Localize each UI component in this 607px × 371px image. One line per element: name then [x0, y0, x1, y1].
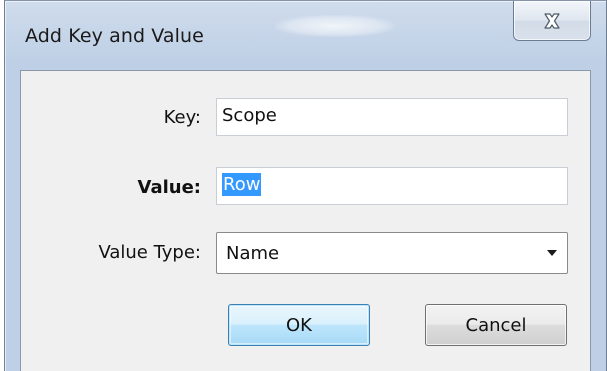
- chevron-down-icon[interactable]: [547, 250, 557, 256]
- add-key-value-dialog: Add Key and Value Key: Scope Value: Row …: [4, 0, 607, 371]
- value-input[interactable]: Row: [216, 167, 568, 205]
- window-title: Add Key and Value: [25, 25, 204, 47]
- value-type-label: Value Type:: [98, 242, 201, 263]
- cancel-button[interactable]: Cancel: [425, 304, 567, 346]
- close-button[interactable]: [513, 1, 591, 41]
- key-input[interactable]: Scope: [216, 98, 568, 136]
- ok-button[interactable]: OK: [228, 304, 370, 346]
- value-input-selected-text: Row: [222, 173, 262, 196]
- title-bar-glow: [275, 15, 395, 37]
- dialog-content: Key: Scope Value: Row Value Type: Name O…: [20, 70, 591, 371]
- value-type-selected: Name: [226, 242, 280, 264]
- page: Add Key and Value Key: Scope Value: Row …: [0, 0, 607, 371]
- value-label: Value:: [137, 177, 201, 198]
- key-label: Key:: [163, 107, 201, 128]
- close-icon: [544, 12, 560, 29]
- title-bar[interactable]: Add Key and Value: [5, 1, 606, 71]
- value-type-select[interactable]: Name: [216, 232, 568, 274]
